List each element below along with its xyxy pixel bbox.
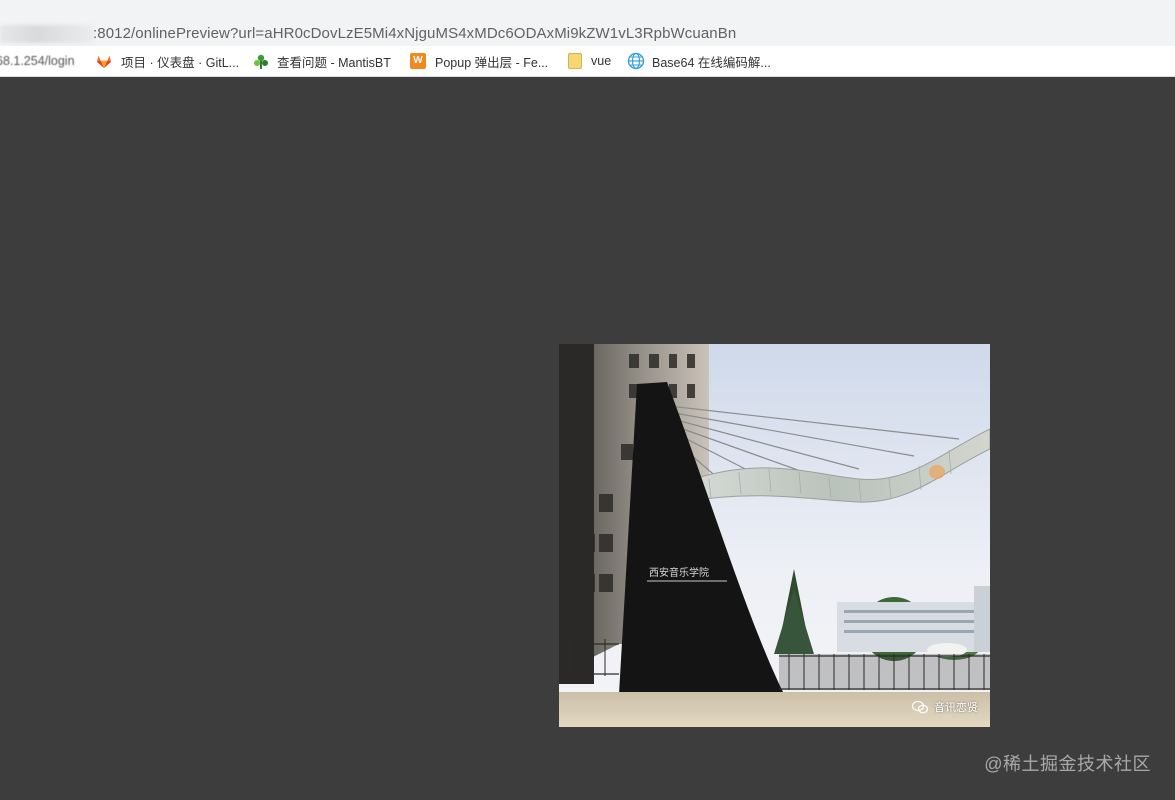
site-watermark: @稀土掘金技术社区 bbox=[984, 754, 1151, 774]
bookmark-login[interactable]: 68.1.254/login bbox=[0, 46, 75, 76]
bookmark-label: 68.1.254/login bbox=[0, 54, 75, 68]
bookmark-label: Popup 弹出层 - Fe... bbox=[435, 55, 549, 70]
photo-watermark-text: 音讯恋贤 bbox=[934, 702, 978, 714]
bookmark-label: 查看问题 - MantisBT bbox=[277, 55, 391, 70]
bookmark-label: vue bbox=[591, 54, 612, 68]
bookmark-gitlab[interactable]: 项目 · 仪表盘 · GitL... bbox=[96, 46, 239, 76]
bookmark-label: Base64 在线编码解... bbox=[652, 55, 771, 70]
bookmark-base64[interactable]: Base64 在线编码解... bbox=[627, 46, 771, 76]
photo-watermark: 音讯恋贤 bbox=[912, 699, 978, 715]
bookmark-popup[interactable]: W Popup 弹出层 - Fe... bbox=[410, 46, 548, 76]
w-icon: W bbox=[410, 53, 426, 69]
bookmark-vue[interactable]: vue bbox=[566, 46, 611, 76]
page-icon bbox=[568, 53, 582, 69]
blurred-host bbox=[0, 25, 94, 43]
address-bar: :8012/onlinePreview?url=aHR0cDovLzE5Mi4x… bbox=[0, 0, 1175, 46]
bookmark-mantis[interactable]: 查看问题 - MantisBT bbox=[252, 46, 391, 76]
gate-inscription: 西安音乐学院 bbox=[649, 566, 709, 579]
bookmark-label: 项目 · 仪表盘 · GitL... bbox=[121, 55, 240, 70]
mantis-icon bbox=[252, 53, 268, 69]
gitlab-icon bbox=[96, 53, 112, 69]
wechat-icon bbox=[912, 700, 928, 714]
base64-icon bbox=[627, 52, 645, 70]
campus-gate-photo: 西安音乐学院 bbox=[559, 344, 990, 727]
url-text[interactable]: :8012/onlinePreview?url=aHR0cDovLzE5Mi4x… bbox=[93, 25, 736, 42]
url-field[interactable]: :8012/onlinePreview?url=aHR0cDovLzE5Mi4x… bbox=[0, 8, 1175, 43]
preview-image[interactable]: 西安音乐学院 音讯恋贤 bbox=[559, 344, 990, 727]
bookmarks-bar: 68.1.254/login 项目 · 仪表盘 · GitL... 查看问题 -… bbox=[0, 46, 1175, 77]
